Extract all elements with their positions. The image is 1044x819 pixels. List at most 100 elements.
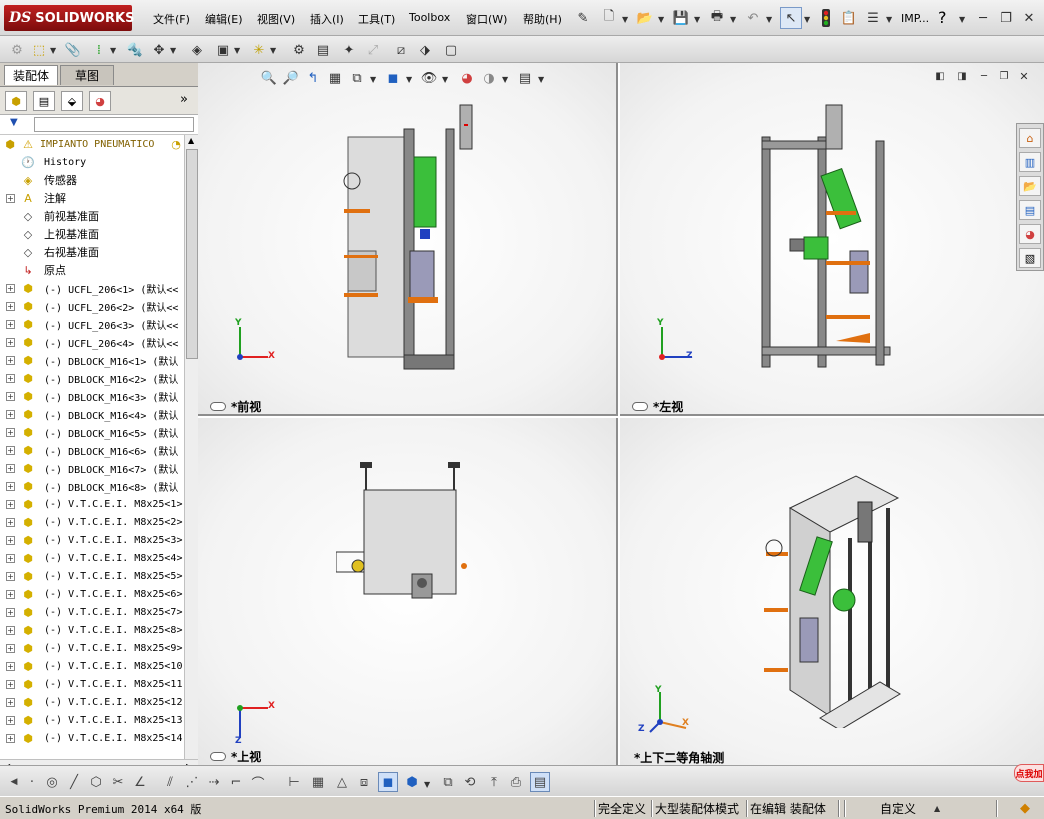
view-orientation-icon[interactable]: ⧉ — [346, 67, 368, 89]
tree-item-component[interactable]: + ⬢ (-) V.T.C.E.I. M8x25<3> — [0, 531, 184, 549]
zoom-to-fit-icon[interactable]: 🔍 — [258, 67, 280, 89]
insert-component-icon[interactable]: ⬚ — [28, 39, 50, 61]
interference-detection-icon[interactable]: ⧄ — [390, 39, 412, 61]
layout-icon[interactable]: ▤ — [530, 772, 550, 792]
link-views-icon[interactable] — [632, 402, 648, 411]
tree-item-component[interactable]: + ⬢ (-) DBLOCK_M16<6> (默认 — [0, 441, 184, 459]
expand-icon[interactable]: + — [6, 427, 15, 437]
viewport-isometric[interactable]: Y X Z *上下二等角轴测 — [620, 418, 1044, 765]
status-units-custom[interactable]: 自定义 — [880, 800, 916, 817]
toolbar-left-icon[interactable]: ◀ — [4, 772, 24, 792]
chevron-down-icon[interactable]: ▼ — [804, 15, 810, 24]
pin-icon[interactable]: ✎ — [572, 7, 594, 29]
expand-icon[interactable]: + — [6, 589, 15, 599]
property-manager-icon[interactable]: ▤ — [33, 91, 55, 111]
promo-badge[interactable]: 点我加 — [1014, 764, 1044, 782]
undo-icon[interactable]: ↶ — [742, 7, 764, 29]
tree-item-component[interactable]: + ⬢ (-) UCFL_206<1> (默认<< — [0, 279, 184, 297]
two-view-icon[interactable]: ◨ — [954, 68, 970, 84]
point-icon[interactable]: · — [22, 772, 42, 792]
section-icon[interactable]: ⧉ — [438, 772, 458, 792]
menu-toolbox[interactable]: Toolbox — [409, 11, 450, 24]
chevron-down-icon[interactable]: ▼ — [234, 46, 240, 55]
single-view-icon[interactable]: ◧ — [932, 68, 948, 84]
tree-item-component[interactable]: + ⬢ (-) DBLOCK_M16<3> (默认 — [0, 387, 184, 405]
custom-properties-icon[interactable]: ▧ — [1019, 248, 1041, 268]
smart-fasteners-icon[interactable]: 🔩 — [124, 39, 146, 61]
file-properties-icon[interactable]: 📋 — [838, 7, 860, 29]
chevron-down-icon[interactable]: ▼ — [766, 15, 772, 24]
expand-icon[interactable]: + — [6, 481, 15, 491]
tree-item-component[interactable]: + ⬢ (-) V.T.C.E.I. M8x25<2> — [0, 513, 184, 531]
view-palette-icon[interactable]: ▤ — [1019, 200, 1041, 220]
menu-insert[interactable]: 插入(I) — [310, 11, 344, 27]
print-icon[interactable]: 🖶 — [706, 7, 728, 29]
trim-icon[interactable]: ✂ — [108, 772, 128, 792]
line-icon[interactable]: ╱ — [64, 772, 84, 792]
tree-item[interactable]: ◈ 传感器 — [0, 171, 184, 189]
display-manager-icon[interactable]: ◕ — [89, 91, 111, 111]
expand-icon[interactable]: + — [6, 337, 15, 347]
new-document-icon[interactable]: 🗋 — [598, 7, 620, 29]
tree-item-component[interactable]: + ⬢ (-) DBLOCK_M16<8> (默认 — [0, 477, 184, 495]
chevron-down-icon[interactable]: ▼ — [406, 75, 412, 84]
large-assembly-icon[interactable]: ▢ — [440, 39, 462, 61]
polygon-icon[interactable]: ⬡ — [86, 772, 106, 792]
chevron-up-icon[interactable]: ▲ — [934, 804, 940, 813]
grid-icon[interactable]: ▦ — [308, 772, 328, 792]
tree-item-component[interactable]: + ⬢ (-) V.T.C.E.I. M8x25<13 — [0, 711, 184, 729]
save-icon[interactable]: 💾 — [670, 7, 692, 29]
front-view-model[interactable] — [328, 101, 478, 373]
tree-item-component[interactable]: + ⬢ (-) V.T.C.E.I. M8x25<4> — [0, 549, 184, 567]
menu-window[interactable]: 窗口(W) — [466, 11, 507, 27]
expand-icon[interactable]: + — [6, 193, 15, 203]
menu-tools[interactable]: 工具(T) — [358, 11, 395, 27]
tree-item-component[interactable]: + ⬢ (-) UCFL_206<4> (默认<< — [0, 333, 184, 351]
tree-vertical-scrollbar[interactable]: ▲ — [184, 135, 198, 759]
tree-item-component[interactable]: + ⬢ (-) V.T.C.E.I. M8x25<6> — [0, 585, 184, 603]
chevron-down-icon[interactable]: ▼ — [730, 15, 736, 24]
menu-file[interactable]: 文件(F) — [153, 11, 190, 27]
box-icon[interactable]: ⧈ — [354, 772, 374, 792]
previous-view-icon[interactable]: ↰ — [302, 67, 324, 89]
chevron-down-icon[interactable]: ▼ — [502, 75, 508, 84]
tree-item[interactable]: 🕐 History — [0, 153, 184, 171]
expand-icon[interactable]: + — [6, 391, 15, 401]
filter-input[interactable] — [34, 117, 194, 132]
tree-item-component[interactable]: + ⬢ (-) V.T.C.E.I. M8x25<12 — [0, 693, 184, 711]
graphics-area[interactable]: 🔍 🔎 ↰ ▦ ⧉ ▼ ◼ ▼ 👁 ▼ ◕ ◑ ▼ ▤ ▼ Y X *前视 ◧ … — [198, 63, 1044, 765]
tree-item[interactable]: ◇ 上视基准面 — [0, 225, 184, 243]
chevron-down-icon[interactable]: ▼ — [886, 15, 892, 24]
chevron-down-icon[interactable]: ▼ — [622, 15, 628, 24]
help-icon[interactable]: ? — [938, 8, 947, 27]
expand-icon[interactable]: + — [6, 355, 15, 365]
move-component-icon[interactable]: ✥ — [148, 39, 170, 61]
viewport-restore-icon[interactable]: ❐ — [996, 68, 1012, 84]
angle-icon[interactable]: ∠ — [130, 772, 150, 792]
select-arrow-icon[interactable]: ↖ — [780, 7, 802, 29]
expand-icon[interactable]: + — [6, 661, 15, 671]
design-library-icon[interactable]: ▥ — [1019, 152, 1041, 172]
expand-icon[interactable]: + — [6, 319, 15, 329]
chevron-down-icon[interactable]: ▼ — [442, 75, 448, 84]
viewport-front[interactable]: 🔍 🔎 ↰ ▦ ⧉ ▼ ◼ ▼ 👁 ▼ ◕ ◑ ▼ ▤ ▼ Y X *前视 — [198, 63, 618, 416]
options-icon[interactable]: ☰ — [862, 7, 884, 29]
expand-icon[interactable]: + — [6, 553, 15, 563]
expand-icon[interactable]: + — [6, 625, 15, 635]
solidworks-resources-icon[interactable]: ⌂ — [1019, 128, 1041, 148]
tree-item-component[interactable]: + ⬢ (-) V.T.C.E.I. M8x25<11 — [0, 675, 184, 693]
mirror-icon[interactable]: ⫽ — [160, 772, 180, 792]
tree-item-component[interactable]: + ⬢ (-) V.T.C.E.I. M8x25<9> — [0, 639, 184, 657]
chevron-down-icon[interactable]: ▼ — [270, 46, 276, 55]
tree-item[interactable]: ◇ 右视基准面 — [0, 243, 184, 261]
display-style-icon[interactable]: ◼ — [382, 67, 404, 89]
expand-icon[interactable]: + — [6, 499, 15, 509]
edit-appearance-icon[interactable]: ◕ — [456, 67, 478, 89]
triangle-icon[interactable]: △ — [332, 772, 352, 792]
tab-assembly[interactable]: 装配体 — [4, 65, 58, 85]
rotate-icon[interactable]: ⟲ — [460, 772, 480, 792]
assembly-features-icon[interactable]: ▣ — [212, 39, 234, 61]
tree-item-component[interactable]: + ⬢ (-) V.T.C.E.I. M8x25<10 — [0, 657, 184, 675]
tree-item-component[interactable]: + ⬢ (-) DBLOCK_M16<7> (默认 — [0, 459, 184, 477]
appearances-scenes-icon[interactable]: ◕ — [1019, 224, 1041, 244]
